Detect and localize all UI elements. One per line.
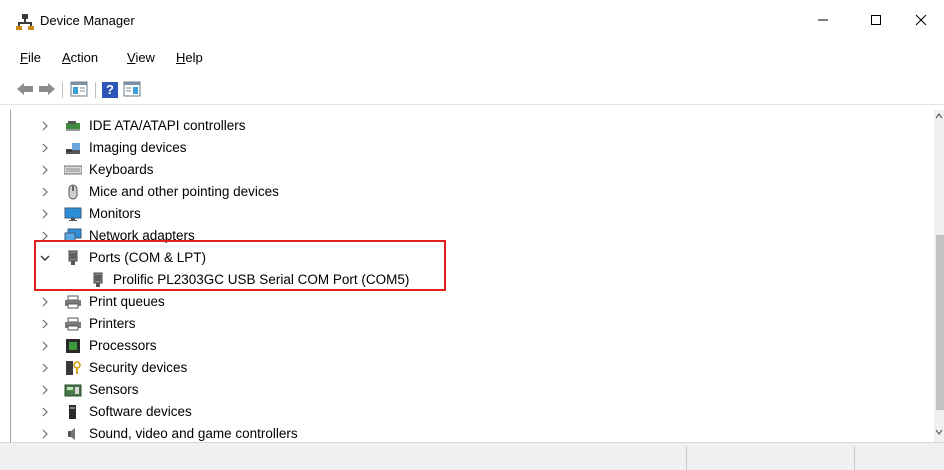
device-manager-window: Device Manager File Action View Help ? I… — [0, 0, 944, 470]
chevron-right-icon[interactable] — [39, 120, 51, 132]
menu-view[interactable]: View — [124, 50, 158, 65]
status-bar-divider — [686, 446, 687, 470]
tree-item-label: Print queues — [89, 294, 165, 309]
scrollbar-thumb[interactable] — [936, 235, 944, 410]
keyboard-icon — [63, 162, 83, 178]
tree-item-sensors[interactable]: Sensors — [11, 379, 921, 401]
chevron-right-icon[interactable] — [39, 428, 51, 440]
tree-item-label: Processors — [89, 338, 157, 353]
toolbar-separator — [62, 82, 63, 98]
title-bar[interactable]: Device Manager — [0, 0, 944, 42]
menu-help[interactable]: Help — [173, 50, 206, 65]
monitor-icon — [64, 206, 82, 222]
menu-view-label: iew — [135, 50, 155, 65]
sound-icon — [64, 426, 82, 442]
status-bar — [0, 442, 944, 470]
printer-icon — [64, 294, 82, 310]
imaging-icon — [64, 140, 82, 156]
tree-item-label: Sound, video and game controllers — [89, 426, 298, 441]
minimize-button[interactable] — [800, 0, 846, 42]
tree-item-label: IDE ATA/ATAPI controllers — [89, 118, 246, 133]
toolbar: ? — [0, 76, 944, 105]
menu-action[interactable]: Action — [59, 50, 101, 65]
menu-action-label: ction — [70, 50, 99, 65]
chevron-right-icon[interactable] — [39, 164, 51, 176]
sensor-icon — [64, 382, 82, 398]
help-icon: ? — [102, 82, 118, 98]
menu-bar: File Action View Help — [0, 46, 944, 70]
status-bar-divider — [854, 446, 855, 470]
tree-item-software-devices[interactable]: Software devices — [11, 401, 921, 423]
chevron-right-icon[interactable] — [39, 296, 51, 308]
chevron-right-icon[interactable] — [39, 208, 51, 220]
maximize-icon — [870, 14, 882, 29]
chevron-right-icon[interactable] — [39, 340, 51, 352]
tree-item-mice-and-other-pointing-devices[interactable]: Mice and other pointing devices — [11, 181, 921, 203]
menu-file[interactable]: File — [17, 50, 44, 65]
tree-item-label: Keyboards — [89, 162, 154, 177]
chevron-right-icon[interactable] — [39, 406, 51, 418]
chevron-right-icon[interactable] — [39, 318, 51, 330]
back-button[interactable] — [14, 79, 36, 101]
software-device-icon — [64, 404, 82, 420]
chevron-right-icon[interactable] — [39, 362, 51, 374]
maximize-button[interactable] — [853, 0, 899, 42]
tree-item-print-queues[interactable]: Print queues — [11, 291, 921, 313]
tree-item-label: Sensors — [89, 382, 139, 397]
window-title: Device Manager — [40, 13, 135, 28]
tree-item-label: Imaging devices — [89, 140, 187, 155]
scroll-up-arrow-icon[interactable] — [934, 112, 944, 124]
tree-item-imaging-devices[interactable]: Imaging devices — [11, 137, 921, 159]
help-button[interactable]: ? — [99, 79, 121, 101]
close-button[interactable] — [898, 0, 944, 42]
minimize-icon — [817, 14, 829, 29]
close-icon — [915, 14, 927, 29]
ide-controller-icon — [64, 118, 82, 134]
toolbar-separator — [95, 82, 96, 98]
tree-item-sound-video-game-controllers[interactable]: Sound, video and game controllers — [11, 423, 921, 442]
tree-item-label: Monitors — [89, 206, 141, 221]
show-hide-console-tree-button[interactable] — [68, 79, 90, 101]
tree-item-label: Mice and other pointing devices — [89, 184, 279, 199]
back-arrow-icon — [16, 82, 34, 99]
processor-icon — [64, 338, 82, 354]
tree-item-label: Printers — [89, 316, 136, 331]
action-pane-icon — [123, 81, 141, 100]
menu-file-accel: F — [20, 50, 28, 65]
mouse-icon — [64, 184, 82, 200]
menu-action-accel: A — [62, 50, 71, 65]
show-action-pane-button[interactable] — [121, 79, 143, 101]
tree-item-printers[interactable]: Printers — [11, 313, 921, 335]
menu-help-accel: H — [176, 50, 186, 65]
printer-icon — [64, 316, 82, 332]
tree-item-processors[interactable]: Processors — [11, 335, 921, 357]
menu-help-label: elp — [185, 50, 203, 65]
menu-file-label: ile — [27, 50, 41, 65]
tree-item-label: Security devices — [89, 360, 188, 375]
tree-item-keyboards[interactable]: Keyboards — [11, 159, 921, 181]
tree-item-ide-ata-atapi-controllers[interactable]: IDE ATA/ATAPI controllers — [11, 115, 921, 137]
security-icon — [64, 360, 82, 376]
forward-button[interactable] — [36, 79, 58, 101]
scroll-down-arrow-icon[interactable] — [934, 428, 944, 440]
chevron-right-icon[interactable] — [39, 142, 51, 154]
highlight-annotation-box — [34, 240, 446, 291]
tree-item-label: Software devices — [89, 404, 192, 419]
device-manager-app-icon — [16, 13, 34, 31]
chevron-right-icon[interactable] — [39, 384, 51, 396]
forward-arrow-icon — [38, 82, 56, 99]
tree-item-monitors[interactable]: Monitors — [11, 203, 921, 225]
console-tree-icon — [70, 81, 88, 100]
chevron-right-icon[interactable] — [39, 186, 51, 198]
tree-item-security-devices[interactable]: Security devices — [11, 357, 921, 379]
